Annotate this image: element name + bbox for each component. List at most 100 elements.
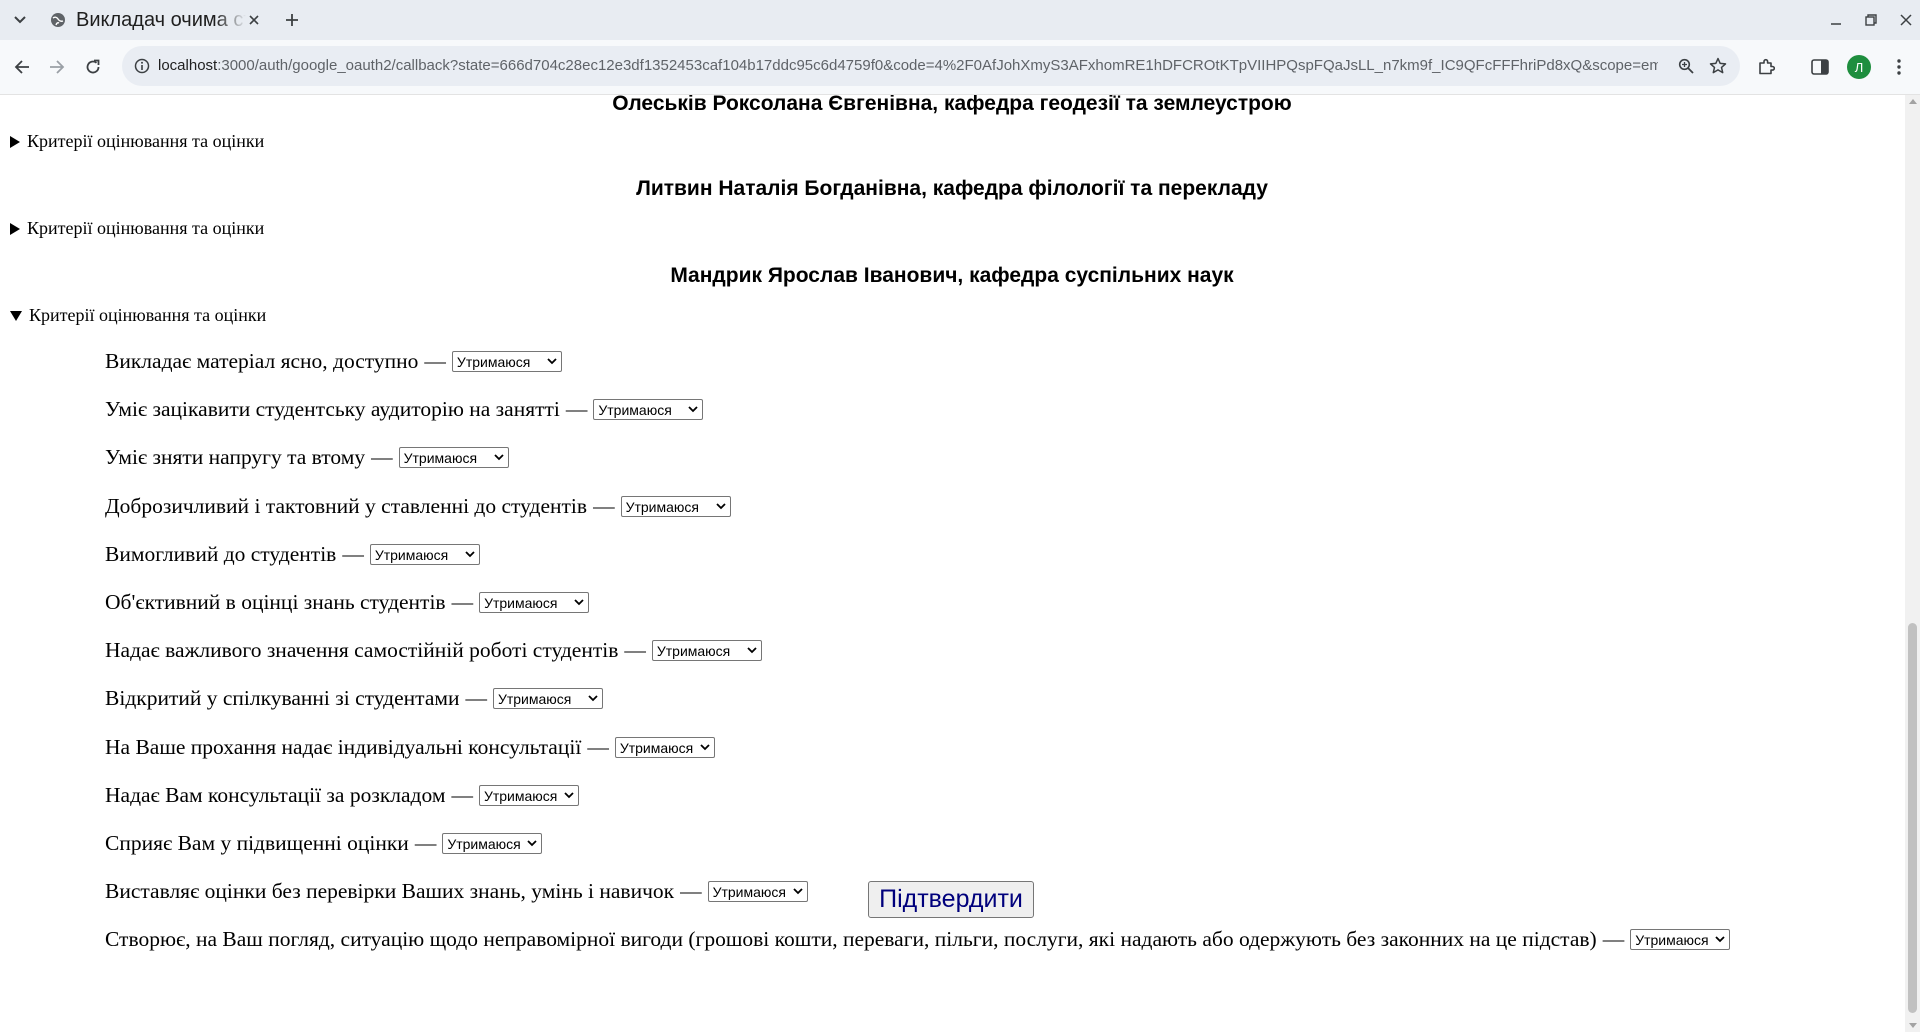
rating-select[interactable]: Утримаюся — [398, 447, 509, 468]
teacher-heading: Мандрик Ярослав Іванович, кафедра суспіл… — [670, 264, 1234, 287]
address-text[interactable]: localhost:3000/auth/google_oauth2/callba… — [158, 56, 1658, 76]
scrollbar-thumb[interactable] — [1908, 623, 1917, 1013]
new-tab-icon[interactable] — [282, 10, 302, 30]
rating-select-value: Утримаюся — [619, 739, 694, 756]
forward-arrow-icon[interactable] — [45, 55, 69, 79]
criterion-dash: — — [587, 735, 609, 759]
summary-label: Критерії оцінювання та оцінки — [29, 305, 267, 325]
criterion-row: Відкритий у спілкуванні зі студентами — Ут… — [105, 686, 603, 711]
rating-select[interactable]: Утримаюся — [593, 399, 704, 420]
side-panel-icon[interactable] — [1808, 55, 1832, 79]
extensions-puzzle-icon[interactable] — [1754, 55, 1778, 79]
scroll-up-arrow-icon[interactable] — [1909, 99, 1917, 104]
chevron-down-icon — [588, 695, 598, 702]
rating-select-value: Утримаюся — [484, 594, 558, 611]
criterion-row: Доброзичливий і тактовний у ставленні до… — [105, 494, 731, 519]
site-info-icon[interactable] — [132, 56, 152, 76]
tab-search-chevron-icon[interactable] — [10, 10, 30, 30]
chevron-down-icon — [792, 888, 803, 895]
criterion-row: Надає Вам консультації за розкладом — Утри… — [105, 783, 579, 808]
rating-select[interactable]: Утримаюся — [451, 351, 562, 372]
rating-select-value: Утримаюся — [656, 642, 731, 659]
chevron-down-icon — [465, 551, 475, 558]
disclosure-triangle-right-icon — [10, 135, 20, 148]
menu-kebab-icon[interactable] — [1887, 55, 1911, 79]
profile-avatar[interactable]: Л — [1847, 55, 1871, 79]
criterion-row: Надає важливого значення самостійній роб… — [105, 638, 762, 663]
address-bar[interactable]: localhost:3000/auth/google_oauth2/callba… — [122, 46, 1740, 86]
criterion-label: Відкритий у спілкуванні зі студентами — [105, 686, 460, 710]
summary-label: Критерії оцінювання та оцінки — [27, 131, 265, 151]
criterion-row: Об'єктивний в оцінці знань студентів — Утр… — [105, 590, 590, 615]
bookmark-star-icon[interactable] — [1708, 56, 1728, 76]
disclosure-triangle-right-icon — [10, 222, 20, 235]
criterion-label: Сприяє Вам у підвищенні оцінки — [105, 831, 409, 855]
chevron-down-icon — [747, 647, 757, 654]
chevron-down-icon — [564, 792, 574, 799]
tab-title: Викладач очима студентів — [76, 8, 246, 31]
chevron-down-icon — [574, 599, 584, 606]
criterion-dash: — — [342, 542, 364, 566]
rating-select[interactable]: Утримаюся — [492, 688, 603, 709]
criterion-row: Уміє зняти напругу та втому — Утримаюся — [105, 445, 509, 470]
browser-tab[interactable]: Викладач очима студентів — [38, 0, 270, 40]
rating-select[interactable]: Утримаюся — [1630, 929, 1731, 950]
minimize-icon[interactable] — [1824, 8, 1848, 32]
rating-select[interactable]: Утримаюся — [478, 785, 579, 806]
criterion-dash: — — [424, 349, 446, 373]
summary-label: Критерії оцінювання та оцінки — [27, 218, 265, 238]
vertical-scrollbar[interactable] — [1905, 95, 1920, 1032]
scroll-down-arrow-icon[interactable] — [1909, 1023, 1917, 1028]
close-tab-icon[interactable] — [246, 12, 262, 28]
chevron-down-icon — [688, 406, 699, 413]
rating-select[interactable]: Утримаюся — [707, 881, 808, 902]
rating-select[interactable]: Утримаюся — [651, 640, 762, 661]
criterion-dash: — — [451, 783, 473, 807]
rating-select[interactable]: Утримаюся — [620, 496, 731, 517]
criterion-row: На Ваше прохання надає індивідуальні кон… — [105, 735, 715, 760]
rating-select-value: Утримаюся — [447, 835, 521, 852]
zoom-icon[interactable] — [1676, 56, 1696, 76]
criterion-row: Створює, на Ваш погляд, ситуацію щодо не… — [105, 927, 1731, 952]
criterion-label: Виставляє оцінки без перевірки Ваших зна… — [105, 879, 675, 903]
rating-select[interactable]: Утримаюся — [614, 737, 715, 758]
criterion-label: Викладає матеріал ясно, доступно — [105, 349, 419, 373]
reload-icon[interactable] — [81, 55, 105, 79]
criterion-row: Викладає матеріал ясно, доступно — Утримаю… — [105, 349, 562, 374]
teacher-heading: Олеськів Роксолана Євгенівна, кафедра ге… — [612, 95, 1292, 115]
rating-select-value: Утримаюся — [1635, 931, 1709, 948]
chevron-down-icon — [547, 358, 557, 365]
criterion-label: Надає важливого значення самостійній роб… — [105, 638, 619, 662]
close-window-icon[interactable] — [1894, 8, 1918, 32]
teacher-heading: Литвин Наталія Богданівна, кафедра філол… — [636, 177, 1268, 200]
criterion-dash: — — [451, 590, 474, 614]
submit-button[interactable]: Підтвердити — [868, 881, 1034, 918]
rating-select-value: Утримаюся — [483, 787, 558, 804]
criterion-dash: — — [465, 686, 487, 710]
criteria-summary-toggle[interactable]: Критерії оцінювання та оцінки — [10, 305, 266, 326]
criterion-label: Уміє зацікавити студентську аудиторію на… — [105, 397, 560, 421]
criterion-dash: — — [565, 397, 588, 421]
chevron-down-icon — [715, 503, 726, 510]
criteria-summary-toggle[interactable]: Критерії оцінювання та оцінки — [10, 218, 264, 239]
rating-select-value: Утримаюся — [625, 498, 699, 515]
criterion-dash: — — [1602, 927, 1625, 951]
criterion-dash: — — [371, 445, 393, 469]
criterion-label: На Ваше прохання надає індивідуальні кон… — [105, 735, 582, 759]
criterion-dash: — — [414, 831, 437, 855]
criterion-label: Створює, на Ваш погляд, ситуацію щодо не… — [105, 927, 1597, 951]
criterion-row: Вимогливий до студентів — Утримаюся — [105, 542, 480, 567]
criterion-dash: — — [624, 638, 646, 662]
address-path: :3000/auth/google_oauth2/callback?state=… — [217, 57, 1658, 74]
rating-select-value: Утримаюся — [598, 401, 672, 418]
disclosure-triangle-down-icon — [10, 310, 22, 321]
back-arrow-icon[interactable] — [10, 55, 34, 79]
rating-select[interactable]: Утримаюся — [479, 592, 590, 613]
criteria-summary-toggle[interactable]: Критерії оцінювання та оцінки — [10, 131, 264, 152]
chevron-down-icon — [700, 744, 710, 751]
tab-strip: Викладач очима студентів — [0, 0, 1920, 40]
chevron-down-icon — [527, 840, 537, 847]
rating-select[interactable]: Утримаюся — [369, 544, 480, 565]
restore-icon[interactable] — [1859, 8, 1883, 32]
rating-select[interactable]: Утримаюся — [442, 833, 543, 854]
